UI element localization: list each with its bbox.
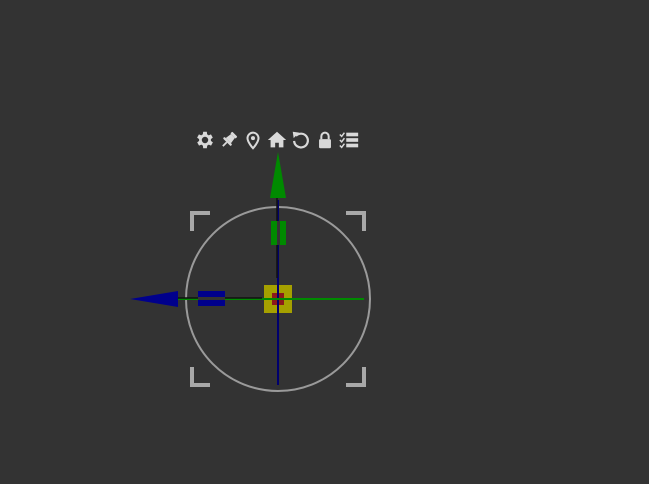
- map-marker-icon: [246, 131, 260, 150]
- corner-bracket-top-right[interactable]: [346, 211, 366, 231]
- home-icon: [267, 131, 287, 148]
- checklist-icon: [339, 132, 359, 149]
- pin-button[interactable]: [217, 128, 241, 152]
- corner-bracket-bottom-left[interactable]: [190, 367, 210, 387]
- viewport-canvas[interactable]: [0, 0, 649, 484]
- checklist-button[interactable]: [337, 128, 361, 152]
- location-button[interactable]: [241, 128, 265, 152]
- corner-bracket-bottom-right[interactable]: [346, 367, 366, 387]
- rotate-icon: [292, 131, 309, 149]
- center-move-handle[interactable]: [264, 285, 292, 313]
- settings-button[interactable]: [193, 128, 217, 152]
- gear-icon: [197, 131, 213, 149]
- reset-button[interactable]: [289, 128, 313, 152]
- x-scale-handle[interactable]: [198, 291, 225, 306]
- y-scale-handle[interactable]: [271, 221, 286, 245]
- home-button[interactable]: [265, 128, 289, 152]
- x-axis-arrow[interactable]: [130, 291, 178, 307]
- gizmo-toolbar: [193, 128, 361, 152]
- y-axis-arrow[interactable]: [270, 152, 286, 198]
- transform-gizmo[interactable]: [0, 0, 649, 484]
- pushpin-icon: [222, 131, 238, 147]
- lock-button[interactable]: [313, 128, 337, 152]
- corner-bracket-top-left[interactable]: [190, 211, 210, 231]
- lock-icon: [319, 131, 331, 149]
